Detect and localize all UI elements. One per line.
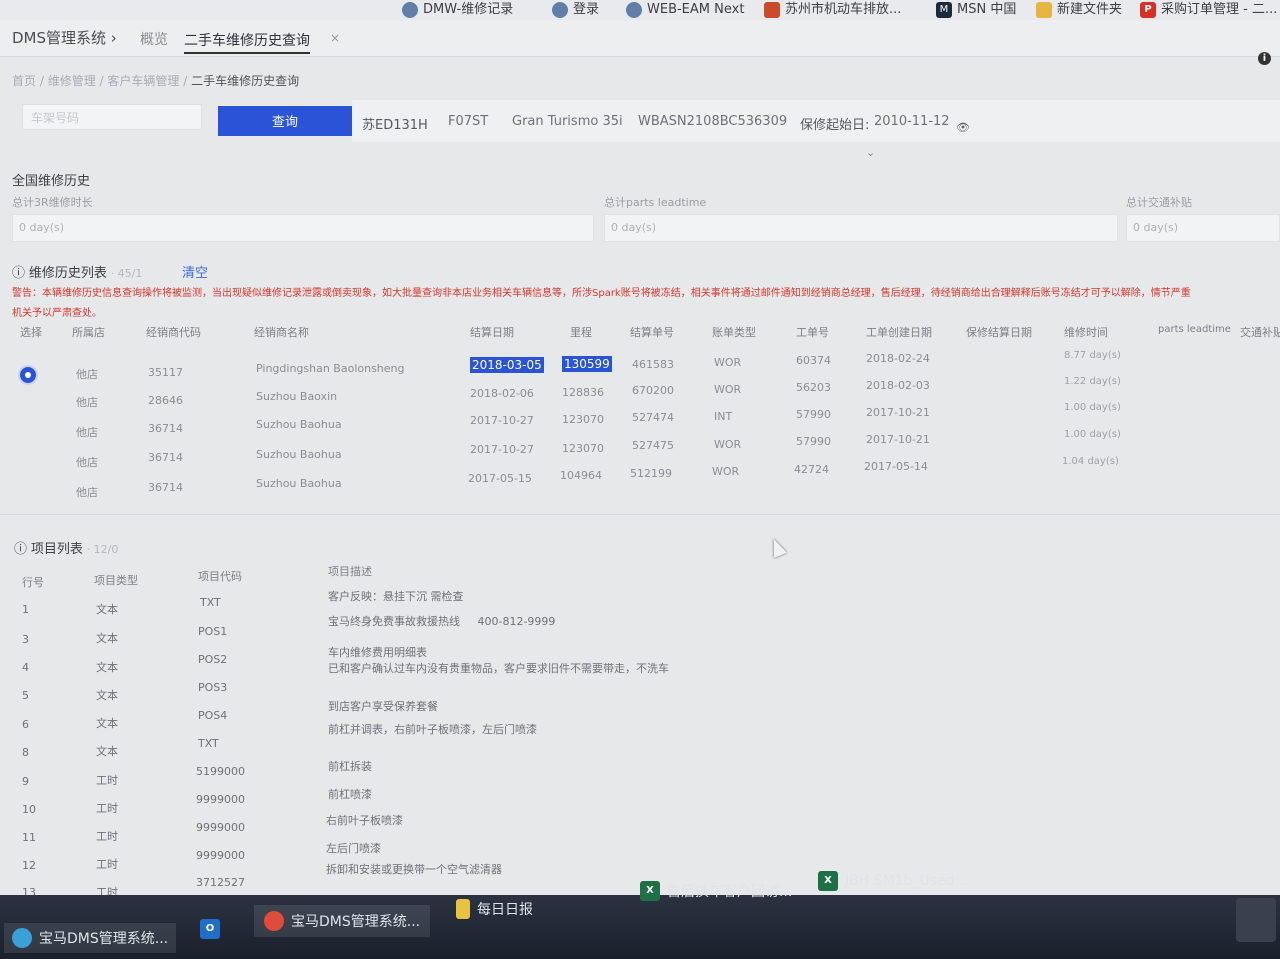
notes-icon: [456, 899, 470, 919]
app-header: DMS管理系统 › 概览 二手车维修历史查询 ×: [0, 20, 1280, 57]
col-parts-leadtime[interactable]: parts leadtime: [1158, 324, 1231, 335]
taskbar-excel-jbh[interactable]: X JBH SM1b_Used ...: [818, 871, 972, 891]
taskbar-daily-report[interactable]: 每日日报: [456, 899, 533, 919]
stat-label-parts: 总计parts leadtime: [604, 196, 707, 209]
taskbar-outlook[interactable]: O: [200, 919, 220, 939]
bookmark-msn[interactable]: M MSN 中国: [936, 0, 1016, 20]
info-circle-icon: ⓘ: [14, 542, 28, 557]
globe-icon: [402, 2, 418, 18]
col-item-type[interactable]: 项目类型: [94, 572, 138, 588]
bookmarks-bar: DMW-维修记录 登录 WEB-EAM Next 苏州市机动车排放... M MS…: [0, 0, 1280, 20]
col-line-no[interactable]: 行号: [22, 574, 44, 590]
col-wo-date[interactable]: 工单创建日期: [866, 324, 932, 340]
clear-link[interactable]: 清空: [182, 262, 208, 281]
col-settle-date[interactable]: 结算日期: [470, 324, 514, 340]
col-select: 选择: [20, 326, 42, 339]
col-item-desc: 项目描述: [328, 565, 372, 578]
model-code: F07ST: [448, 114, 489, 129]
globe-icon: [626, 2, 642, 18]
repair-list-heading: ⓘ 维修历史列表 · 45/1: [12, 262, 142, 281]
stat-label-traffic: 总计交通补贴: [1126, 196, 1192, 209]
national-history-title: 全国维修历史: [12, 174, 91, 189]
col-dealer-code[interactable]: 经销商代码: [146, 324, 201, 340]
bookmark-dmw[interactable]: DMW-维修记录: [402, 0, 513, 20]
chrome-icon: [264, 911, 284, 931]
table-divider: [0, 514, 1280, 515]
breadcrumb: 首页 / 维修管理 / 客户车辆管理 / 二手车维修历史查询: [12, 72, 299, 89]
plate-number: 苏ED131H: [362, 118, 428, 133]
col-mileage[interactable]: 里程: [570, 324, 592, 340]
eye-icon[interactable]: 👁: [956, 121, 970, 134]
p-icon: P: [1140, 2, 1156, 18]
items-list-title: 项目列表: [30, 542, 83, 557]
warranty-label: 保修起始日:: [800, 118, 870, 133]
info-icon[interactable]: i: [1258, 52, 1271, 65]
vin-search-input[interactable]: 车架号码: [22, 104, 202, 130]
chevron-down-icon[interactable]: ⌄: [866, 146, 875, 159]
stat-value-3r: 0 day(s): [12, 214, 594, 242]
col-bill-no[interactable]: 结算单号: [630, 324, 674, 340]
globe-icon: [552, 2, 568, 18]
excel-icon: X: [818, 871, 838, 891]
query-button[interactable]: 查询: [218, 106, 352, 136]
col-dealer-name[interactable]: 经销商名称: [254, 324, 309, 340]
model-name: Gran Turismo 35i: [512, 114, 623, 129]
bookmark-new-folder[interactable]: 新建文件夹: [1036, 0, 1122, 20]
stat-value-parts: 0 day(s): [604, 214, 1118, 242]
col-warranty-date[interactable]: 保修结算日期: [966, 324, 1032, 340]
msn-icon: M: [936, 2, 952, 18]
col-wo-no[interactable]: 工单号: [796, 324, 829, 340]
bookmark-web-eam[interactable]: WEB-EAM Next: [626, 0, 744, 20]
col-store[interactable]: 所属店: [72, 324, 105, 340]
breadcrumb-customer[interactable]: 客户车辆管理 /: [107, 74, 187, 88]
app-title[interactable]: DMS管理系统 ›: [12, 27, 117, 48]
taskbar-excel-visit[interactable]: X 售后换车客户回访...: [640, 881, 792, 901]
excel-icon: X: [640, 881, 660, 901]
folder-icon: [1036, 2, 1052, 18]
warranty-date: 2010-11-12: [874, 114, 950, 129]
breadcrumb-current: 二手车维修历史查询: [191, 74, 300, 88]
tab-overview[interactable]: 概览: [140, 29, 168, 49]
breadcrumb-repair[interactable]: 维修管理 /: [48, 74, 104, 88]
warning-text-line2: 机关予以严肃查处。: [12, 308, 102, 319]
mouse-cursor-icon: [767, 536, 787, 558]
stat-label-3r: 总计3R维修时长: [12, 196, 93, 209]
bookmark-login[interactable]: 登录: [552, 0, 599, 20]
items-list-count: · 12/0: [86, 543, 119, 556]
repair-list-title: 维修历史列表: [28, 266, 107, 281]
vin-number: WBASN2108BC536309: [638, 114, 788, 129]
taskbar-dms-2[interactable]: 宝马DMS管理系统...: [254, 905, 431, 937]
info-circle-icon: ⓘ: [12, 266, 26, 281]
selected-date: 2018-03-05: [470, 357, 544, 373]
breadcrumb-home[interactable]: 首页 /: [12, 74, 44, 88]
repair-list-count: · 45/1: [110, 267, 143, 280]
outlook-icon: O: [200, 919, 220, 939]
taskbar: 宝马DMS管理系统... O 宝马DMS管理系统... 每日日报 X 售后换车客…: [0, 871, 1280, 959]
selected-mileage: 130599: [562, 356, 612, 372]
stat-value-traffic: 0 day(s): [1126, 214, 1280, 242]
taskbar-dms-1[interactable]: 宝马DMS管理系统...: [4, 923, 177, 953]
col-bill-type[interactable]: 账单类型: [712, 324, 756, 340]
col-traffic[interactable]: 交通补贴: [1240, 324, 1280, 340]
car-icon: [764, 2, 780, 18]
items-list-heading: ⓘ 项目列表 · 12/0: [14, 538, 118, 557]
tab-used-car-history[interactable]: 二手车维修历史查询: [184, 30, 310, 54]
bookmark-purchase-order[interactable]: P 采购订单管理 - 二...: [1140, 0, 1277, 20]
col-repair-time[interactable]: 维修时间: [1064, 324, 1108, 340]
row-select-radio[interactable]: [20, 367, 36, 383]
chrome-icon: [12, 928, 32, 948]
warning-text-line1: 警告：本辆维修历史信息查询操作将被监测，当出现疑似维修记录泄露或倒卖现象，如大批…: [12, 288, 1191, 299]
bookmark-suzhou-emission[interactable]: 苏州市机动车排放...: [764, 0, 901, 20]
tab-close-icon[interactable]: ×: [330, 31, 340, 45]
taskbar-tray-icon[interactable]: [1236, 898, 1276, 942]
col-item-code[interactable]: 项目代码: [198, 568, 242, 584]
